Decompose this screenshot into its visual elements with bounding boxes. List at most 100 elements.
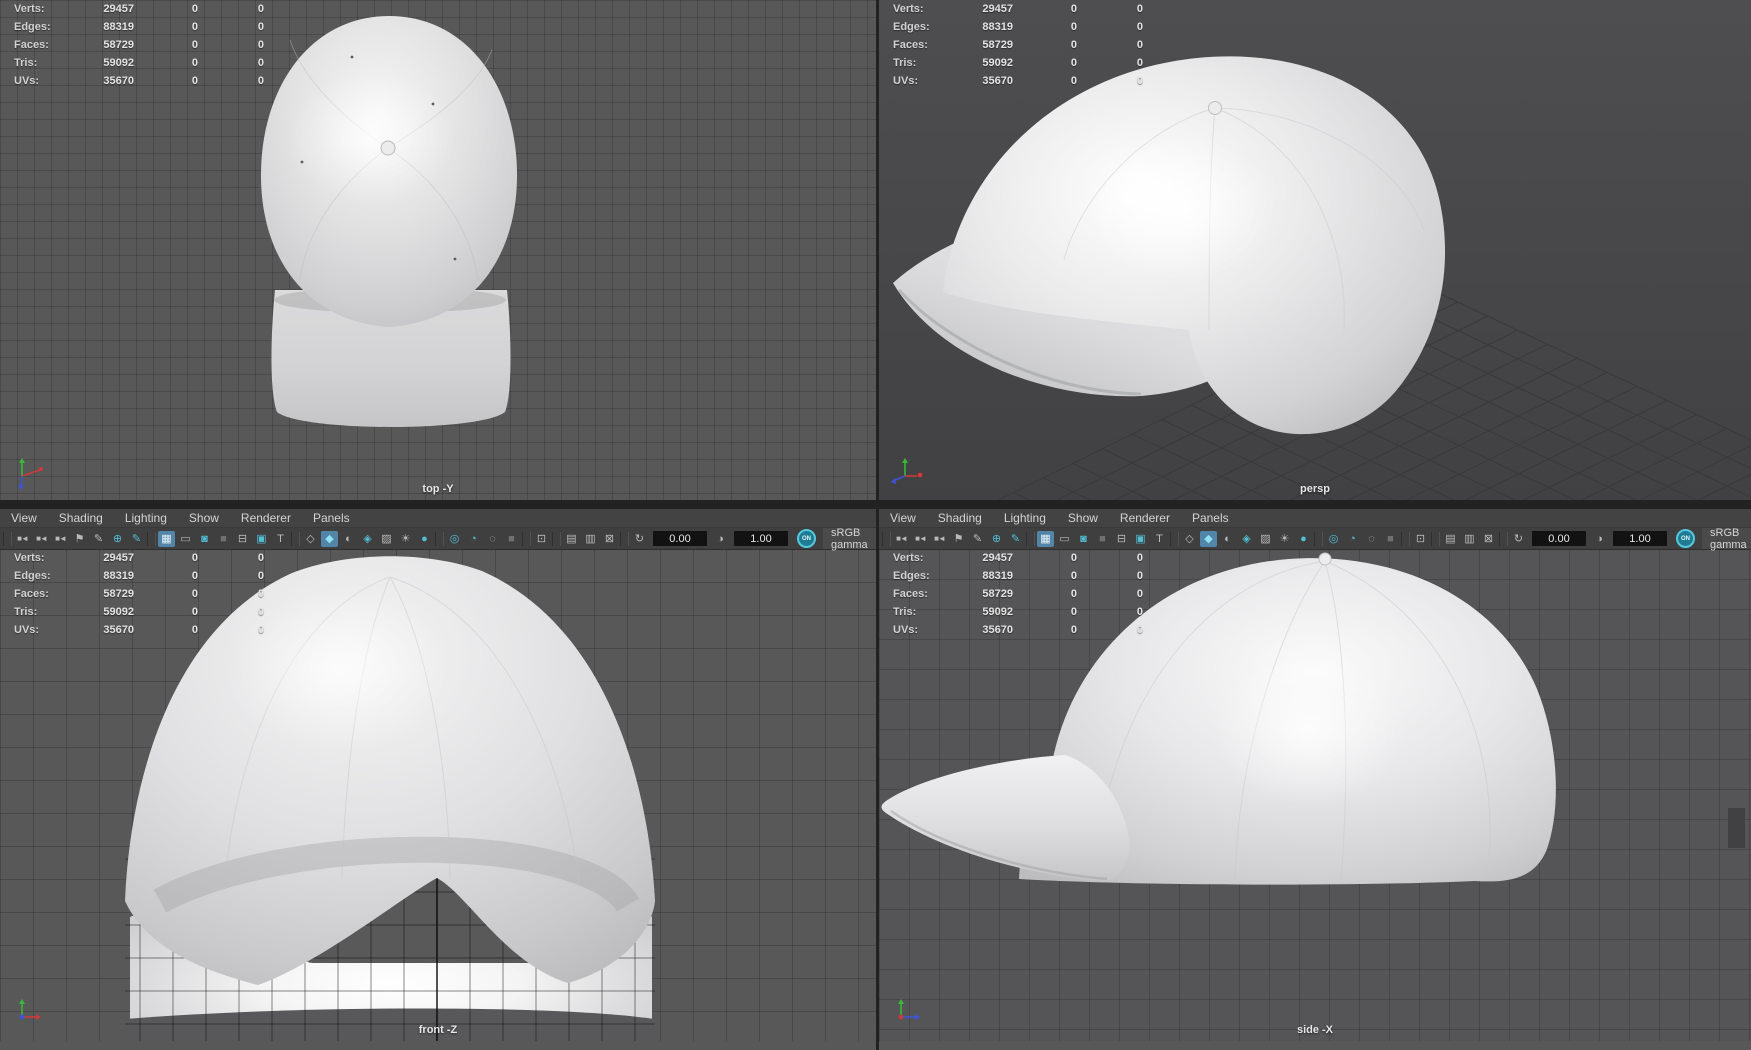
use-default-material-icon[interactable]: ▨ — [378, 531, 395, 547]
toolbar-separator — [291, 531, 300, 546]
pan-zoom-icon[interactable]: ⊕ — [109, 531, 126, 547]
menu-view[interactable]: View — [0, 509, 48, 527]
isolate-select-icon[interactable]: ⊡ — [533, 531, 550, 547]
lock-camera-icon[interactable]: ■◄ — [912, 531, 929, 547]
image-plane-icon[interactable]: ✎ — [90, 531, 107, 547]
panel-toolbar: ■◄ ■◄ ■◄ ⚑ ✎ ⊕ ✎ ▦ ▭ ◙ ■ ⊟ ▣ T ◇ ◆ ◐ ◈ ▨ ☀ ● ◎ ◔ ◌ ■ ⊡ ▤ ▥ ⊠ ↻ 0.00 ◑ 1.… — [0, 527, 876, 551]
textured-icon[interactable]: ◈ — [359, 531, 376, 547]
contrast-icon[interactable]: ◑ — [712, 531, 729, 547]
hud-stat-value: 35670 — [982, 75, 1013, 87]
greasepencil-icon[interactable]: ✎ — [128, 531, 145, 547]
motion-blur-icon[interactable]: ◔ — [1344, 531, 1361, 547]
panel-divider-horizontal[interactable] — [0, 500, 1751, 509]
exposure-field[interactable]: 0.00 — [1532, 531, 1586, 546]
menu-lighting[interactable]: Lighting — [114, 509, 178, 527]
hud-stat-col2: 0 — [1070, 624, 1077, 636]
shadows-icon[interactable]: ● — [416, 531, 433, 547]
film-gate-icon[interactable]: ▭ — [1056, 531, 1073, 547]
shadows-icon[interactable]: ● — [1295, 531, 1312, 547]
exposure-icon[interactable]: ↻ — [631, 531, 648, 547]
menu-shading[interactable]: Shading — [927, 509, 993, 527]
menu-lighting[interactable]: Lighting — [993, 509, 1057, 527]
gate-mask-icon[interactable]: ■ — [215, 531, 232, 547]
smooth-shade-icon[interactable]: ◆ — [321, 530, 338, 547]
isolate-select-icon[interactable]: ⊡ — [1412, 531, 1429, 547]
depth-of-field-icon[interactable]: ◌ — [484, 531, 501, 547]
snapshot-icon[interactable]: ▤ — [1442, 531, 1459, 547]
wireframe-cube-icon[interactable]: ◇ — [1181, 531, 1198, 547]
bookmark-icon[interactable]: ⚑ — [950, 531, 967, 547]
hud-stat-value: 35670 — [103, 75, 134, 87]
menu-panels[interactable]: Panels — [302, 509, 361, 527]
hud-stat-col3: 0 — [1136, 570, 1143, 582]
resolution-gate-icon[interactable]: ◙ — [1075, 531, 1092, 547]
wireframe-on-shaded-icon[interactable]: ◐ — [340, 531, 357, 547]
safe-title-icon[interactable]: T — [272, 531, 289, 547]
menu-view[interactable]: View — [879, 509, 927, 527]
multisample-icon[interactable]: ■ — [1382, 531, 1399, 547]
colorspace-label[interactable]: sRGB gamma — [823, 527, 876, 551]
menu-panels[interactable]: Panels — [1181, 509, 1240, 527]
hud-stat-col3: 0 — [257, 624, 264, 636]
select-camera-icon[interactable]: ■◄ — [893, 531, 910, 547]
gamma-field[interactable]: 1.00 — [1613, 531, 1667, 546]
field-chart-icon[interactable]: ⊟ — [234, 531, 251, 547]
smooth-shade-icon[interactable]: ◆ — [1200, 530, 1217, 547]
panel-menubar: View Shading Lighting Show Renderer Panels — [879, 509, 1751, 528]
safe-action-icon[interactable]: ▣ — [1132, 531, 1149, 547]
occlusion-icon[interactable]: ◎ — [1325, 531, 1342, 547]
image-plane-icon[interactable]: ✎ — [969, 531, 986, 547]
view-label: side -X — [1296, 1024, 1334, 1036]
occlusion-icon[interactable]: ◎ — [446, 531, 463, 547]
greasepencil-icon[interactable]: ✎ — [1007, 531, 1024, 547]
safe-action-icon[interactable]: ▣ — [253, 531, 270, 547]
lights-icon[interactable]: ☀ — [397, 531, 414, 547]
hud-stat-label: Tris: — [893, 606, 917, 618]
gamma-field[interactable]: 1.00 — [734, 531, 788, 546]
menu-renderer[interactable]: Renderer — [1109, 509, 1181, 527]
select-camera-icon[interactable]: ■◄ — [14, 531, 31, 547]
snapshot-icon[interactable]: ▤ — [563, 531, 580, 547]
pane-toggle-icon[interactable]: ⊠ — [601, 531, 618, 547]
exposure-icon[interactable]: ↻ — [1510, 531, 1527, 547]
scene-capture-icon[interactable]: ▥ — [1461, 531, 1478, 547]
contrast-icon[interactable]: ◑ — [1591, 531, 1608, 547]
colorspace-label[interactable]: sRGB gamma — [1702, 527, 1751, 551]
textured-icon[interactable]: ◈ — [1238, 531, 1255, 547]
exposure-field[interactable]: 0.00 — [653, 531, 707, 546]
panel-top-view: Verts: 29457 0 0 Edges: 88319 0 0 Faces: 58729 0 0 T… — [0, 0, 876, 500]
depth-of-field-icon[interactable]: ◌ — [1363, 531, 1380, 547]
film-gate-icon[interactable]: ▭ — [177, 531, 194, 547]
color-management-toggle[interactable]: ON — [1676, 529, 1695, 548]
viewport-persp[interactable]: Verts: 29457 0 0 Edges: 88319 0 0 Faces: 58729 0 0 T… — [879, 0, 1751, 500]
viewport-front[interactable]: Verts: 29457 0 0 Edges: 88319 0 0 Faces: 58729 0 0 T… — [0, 549, 876, 1041]
camera-attributes-icon[interactable]: ■◄ — [931, 531, 948, 547]
wireframe-cube-icon[interactable]: ◇ — [302, 531, 319, 547]
scene-capture-icon[interactable]: ▥ — [582, 531, 599, 547]
viewport-side[interactable]: Verts: 29457 0 0 Edges: 88319 0 0 Faces: 58729 0 0 T… — [879, 549, 1751, 1041]
menu-show[interactable]: Show — [178, 509, 230, 527]
motion-blur-icon[interactable]: ◔ — [465, 531, 482, 547]
color-management-toggle[interactable]: ON — [797, 529, 816, 548]
grid-icon[interactable]: ▦ — [1037, 530, 1054, 547]
wireframe-on-shaded-icon[interactable]: ◐ — [1219, 531, 1236, 547]
menu-renderer[interactable]: Renderer — [230, 509, 302, 527]
camera-attributes-icon[interactable]: ■◄ — [52, 531, 69, 547]
menu-show[interactable]: Show — [1057, 509, 1109, 527]
resolution-gate-icon[interactable]: ◙ — [196, 531, 213, 547]
lights-icon[interactable]: ☀ — [1276, 531, 1293, 547]
field-chart-icon[interactable]: ⊟ — [1113, 531, 1130, 547]
bookmark-icon[interactable]: ⚑ — [71, 531, 88, 547]
multisample-icon[interactable]: ■ — [503, 531, 520, 547]
pane-toggle-icon[interactable]: ⊠ — [1480, 531, 1497, 547]
hud-stat-label: Verts: — [893, 3, 924, 15]
viewport-top[interactable]: Verts: 29457 0 0 Edges: 88319 0 0 Faces: 58729 0 0 T… — [0, 0, 876, 500]
menu-shading[interactable]: Shading — [48, 509, 114, 527]
hud-stat-col3: 0 — [257, 588, 264, 600]
pan-zoom-icon[interactable]: ⊕ — [988, 531, 1005, 547]
gate-mask-icon[interactable]: ■ — [1094, 531, 1111, 547]
lock-camera-icon[interactable]: ■◄ — [33, 531, 50, 547]
use-default-material-icon[interactable]: ▨ — [1257, 531, 1274, 547]
grid-icon[interactable]: ▦ — [158, 530, 175, 547]
safe-title-icon[interactable]: T — [1151, 531, 1168, 547]
